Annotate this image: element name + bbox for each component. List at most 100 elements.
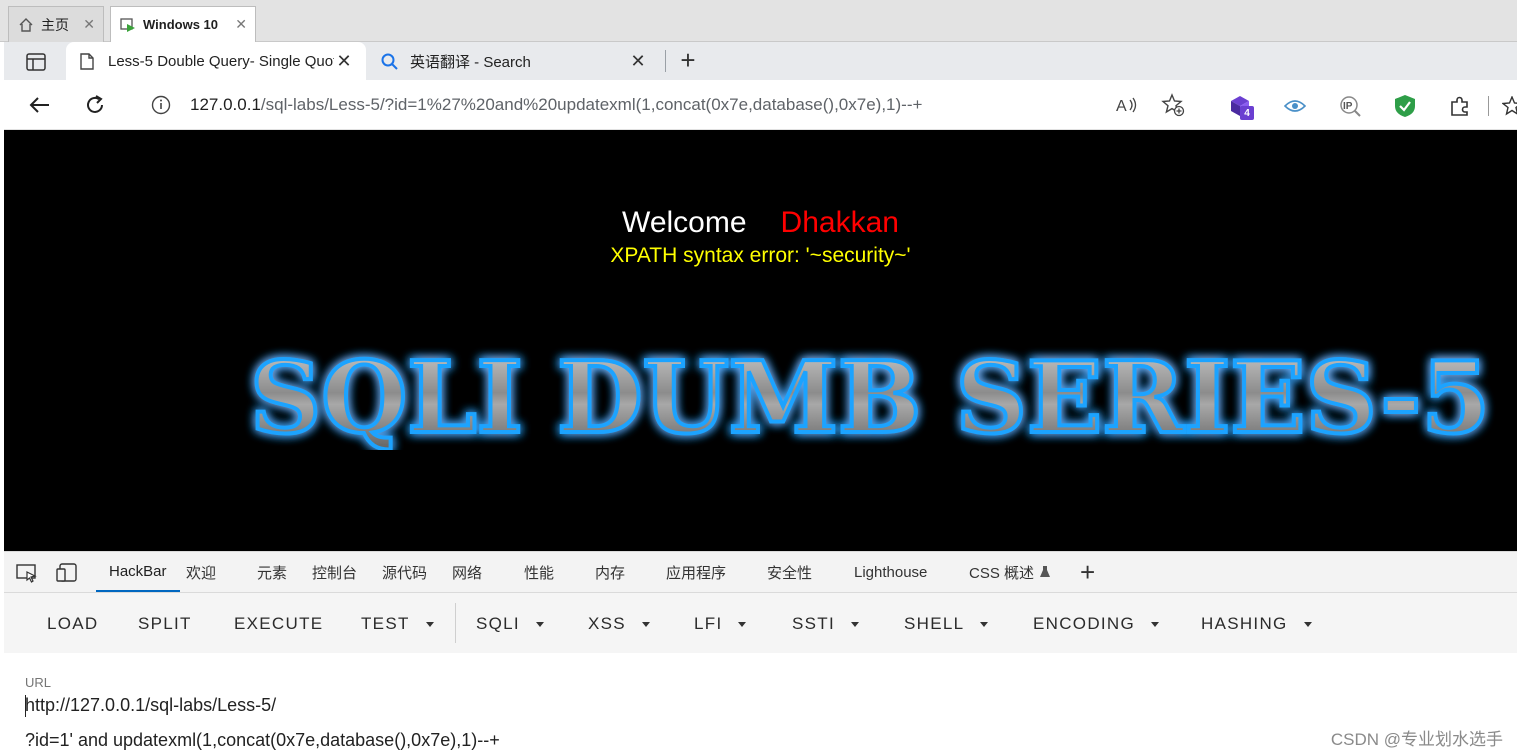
lfi-dropdown[interactable]: LFI [694,613,747,635]
browser-tab-active[interactable]: Less-5 Double Query- Single Quotes- Stri… [66,42,366,80]
extension-cube-icon[interactable]: 4 [1226,92,1254,120]
encoding-dropdown[interactable]: ENCODING [1033,613,1160,635]
series-logo: SQLI DUMB SERIES-5 [248,340,1492,450]
logo-text: SQLI DUMB SERIES-5 [250,341,1490,450]
hashing-dropdown[interactable]: HASHING [1201,613,1312,635]
url-field-label: URL [25,675,52,690]
favorites-icon[interactable] [1498,92,1517,120]
watermark: CSDN @专业划水选手 [1330,730,1503,749]
vm-tab-windows[interactable]: Windows 10 ✕ [110,6,256,42]
tab-elements[interactable]: 元素 [257,552,287,592]
vm-tab-home[interactable]: 主页 ✕ [8,6,104,42]
chevron-down-icon [641,621,650,627]
eye-extension-icon[interactable] [1281,92,1309,120]
svg-text:IP: IP [1343,101,1353,112]
tab-application[interactable]: 应用程序 [666,552,726,592]
page-content: Welcome Dhakkan XPATH syntax error: '~sec… [4,130,1517,551]
ip-extension-icon[interactable]: IP [1336,92,1364,120]
test-dropdown-label: TEST [361,614,410,633]
execute-button[interactable]: EXECUTE [234,613,323,635]
user-name: Dhakkan [780,206,899,239]
close-icon[interactable]: ✕ [83,16,95,33]
hashing-dropdown-label: HASHING [1201,614,1288,633]
tab-network[interactable]: 网络 [452,552,482,592]
xss-dropdown-label: XSS [588,614,626,633]
vm-tab-label: 主页 [41,16,69,33]
vm-tab-strip: 主页 ✕ Windows 10 ✕ [0,0,1517,42]
add-favorite-icon[interactable] [1160,92,1186,118]
read-aloud-icon[interactable]: A [1114,92,1140,118]
chevron-down-icon [738,621,747,627]
lfi-dropdown-label: LFI [694,614,723,633]
site-info-icon[interactable] [150,94,172,116]
toolbar-divider [455,603,456,643]
text-cursor [25,695,26,717]
vm-icon [119,16,137,34]
encoding-dropdown-label: ENCODING [1033,614,1136,633]
ssti-dropdown[interactable]: SSTI [792,613,859,635]
hackbar-url-area[interactable]: URL http://127.0.0.1/sql-labs/Less-5/ ?i… [4,653,1517,756]
toolbar-divider [1488,96,1489,116]
close-icon[interactable]: ✕ [628,51,648,72]
tab-sources[interactable]: 源代码 [382,552,427,592]
sqli-dropdown-label: SQLI [476,614,520,633]
tab-lighthouse[interactable]: Lighthouse [854,552,927,592]
error-message: XPATH syntax error: '~security~' [610,244,911,267]
page-icon [78,52,96,70]
chevron-down-icon [851,621,859,627]
search-icon [380,52,398,70]
refresh-icon[interactable] [80,90,110,120]
chevron-down-icon [1151,621,1160,627]
back-icon[interactable] [24,90,54,120]
url-host: 127.0.0.1 [190,95,261,114]
test-dropdown[interactable]: TEST [361,613,434,635]
chevron-down-icon [425,621,434,627]
address-row: 127.0.0.1/sql-labs/Less-5/?id=1%27%20and… [4,80,1517,130]
tab-title: Less-5 Double Query- Single Quotes- Stri… [108,52,334,70]
browser-tab-bar: Less-5 Double Query- Single Quotes- Stri… [4,42,1517,80]
tab-hackbar[interactable]: HackBar [96,552,180,592]
hackbar-toolbar: LOAD SPLIT EXECUTE TEST SQLI XSS LFI SST… [4,593,1517,653]
url-input-line[interactable]: ?id=1' and updatexml(1,concat(0x7e,datab… [25,730,500,751]
tab-console[interactable]: 控制台 [312,552,357,592]
shell-dropdown-label: SHELL [904,614,965,633]
add-tab-icon[interactable]: + [1080,552,1095,592]
new-tab-icon[interactable]: + [674,47,702,75]
experiment-flask-icon [1040,566,1051,578]
chevron-down-icon [980,621,989,627]
split-button[interactable]: SPLIT [138,613,192,635]
vm-tab-label: Windows 10 [143,17,219,32]
shell-dropdown[interactable]: SHELL [904,613,989,635]
extension-badge: 4 [1240,106,1254,120]
svg-text:A: A [1116,98,1127,114]
xss-dropdown[interactable]: XSS [588,613,650,635]
sqli-dropdown[interactable]: SQLI [476,613,544,635]
home-icon [17,16,35,34]
welcome-line: Welcome Dhakkan [4,206,1517,240]
browser-tab-search[interactable]: 英语翻译 - Search ✕ [368,42,660,80]
chevron-down-icon [1303,621,1312,627]
ssti-dropdown-label: SSTI [792,614,835,633]
extensions-puzzle-icon[interactable] [1446,92,1474,120]
tab-security[interactable]: 安全性 [767,552,812,592]
devtools-tab-bar: HackBar 欢迎 元素 控制台 源代码 网络 性能 内存 应用程序 安全性 … [4,551,1517,593]
url-input-line[interactable]: http://127.0.0.1/sql-labs/Less-5/ [25,695,276,716]
shield-icon[interactable] [1391,92,1419,120]
device-emulation-icon[interactable] [56,562,78,584]
tab-actions-icon[interactable] [16,49,56,75]
tab-css-overview[interactable]: CSS 概述 [969,552,1051,592]
inspect-icon[interactable] [16,562,38,584]
close-icon[interactable]: ✕ [235,16,247,33]
close-icon[interactable]: ✕ [334,51,354,72]
chevron-down-icon [535,621,544,627]
tab-css-overview-label: CSS 概述 [969,564,1035,582]
address-bar[interactable]: 127.0.0.1/sql-labs/Less-5/?id=1%27%20and… [130,86,1206,124]
tab-welcome[interactable]: 欢迎 [186,552,216,592]
url-path: /sql-labs/Less-5/?id=1%27%20and%20update… [260,95,923,114]
tab-performance[interactable]: 性能 [524,552,554,592]
tab-memory[interactable]: 内存 [595,552,625,592]
load-button[interactable]: LOAD [47,613,99,635]
tab-title: 英语翻译 - Search [410,53,531,71]
tab-divider [665,50,666,72]
welcome-text: Welcome [622,206,747,239]
